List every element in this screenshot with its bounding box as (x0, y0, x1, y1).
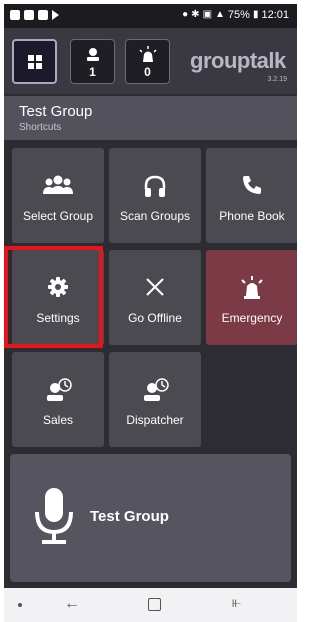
siren-icon (138, 46, 157, 62)
back-icon[interactable]: ← (64, 595, 80, 613)
phone-book-tile[interactable]: Phone Book (206, 148, 297, 243)
system-icons: ● ✱ ▣ ▲ 75% ▮ 12:01 (182, 9, 289, 21)
close-icon (146, 278, 164, 296)
alerts-count: 0 (144, 65, 151, 79)
user-clock-icon (47, 378, 72, 401)
select-group-tile[interactable]: Select Group (12, 148, 104, 243)
user-icon (86, 48, 99, 61)
go-offline-tile[interactable]: Go Offline (109, 250, 201, 345)
people-group-icon (43, 175, 73, 194)
notification-icons (10, 10, 59, 20)
status-bar: ● ✱ ▣ ▲ 75% ▮ 12:01 (4, 4, 297, 28)
image-icon (38, 10, 48, 20)
nfc-icon: ▣ (202, 9, 213, 20)
signal-icon: ▲ (215, 9, 225, 20)
current-group-bar[interactable]: Test Group Shortcuts (4, 96, 297, 140)
tile-label: Settings (36, 311, 80, 325)
tile-label: Phone Book (219, 209, 285, 223)
tile-label: Sales (42, 413, 74, 427)
home-icon[interactable] (148, 598, 161, 611)
group-title: Test Group (19, 103, 93, 120)
battery-percent: 75% (227, 9, 250, 21)
headphones-icon (144, 175, 166, 197)
app-logo: grouptalk (190, 48, 286, 73)
notification-icon (10, 10, 20, 20)
grid-icon (27, 55, 42, 69)
siren-icon (241, 276, 263, 299)
battery-icon: ▮ (252, 9, 259, 20)
scan-groups-tile[interactable]: Scan Groups (109, 148, 201, 243)
gear-icon (48, 277, 68, 297)
recent-apps-icon[interactable]: ⫦ (232, 594, 241, 612)
dispatcher-tile[interactable]: Dispatcher (109, 352, 201, 447)
alerts-button[interactable]: 0 (125, 39, 170, 84)
users-count: 1 (89, 65, 96, 79)
menu-grid-button[interactable] (12, 39, 57, 84)
app-version: 3.2.19 (267, 76, 287, 83)
app-screen: ● ✱ ▣ ▲ 75% ▮ 12:01 1 0 grouptalk 3.2.19… (4, 4, 297, 588)
users-button[interactable]: 1 (70, 39, 115, 84)
microphone-icon (35, 488, 73, 544)
ptt-group-label: Test Group (90, 508, 169, 525)
push-to-talk-button[interactable]: Test Group (10, 454, 291, 582)
tile-label: Go Offline (128, 311, 182, 325)
navigation-bar: ← ⫦ (4, 588, 297, 622)
tile-label: Scan Groups (119, 209, 191, 223)
sales-tile[interactable]: Sales (12, 352, 104, 447)
bluetooth-icon: ✱ (191, 9, 200, 20)
group-subtitle: Shortcuts (19, 122, 62, 133)
app-header: 1 0 grouptalk 3.2.19 (4, 28, 297, 94)
mail-icon (24, 10, 34, 20)
user-clock-icon (144, 378, 169, 401)
location-icon: ● (182, 9, 189, 20)
play-icon (52, 10, 59, 20)
settings-tile[interactable]: Settings (12, 250, 104, 345)
tile-label: Dispatcher (126, 413, 184, 427)
emergency-tile[interactable]: Emergency (206, 250, 297, 345)
nav-dot-icon (18, 603, 22, 607)
phone-icon (243, 176, 261, 194)
tile-label: Select Group (22, 209, 94, 223)
tile-label: Emergency (221, 311, 283, 325)
clock: 12:01 (261, 9, 289, 21)
